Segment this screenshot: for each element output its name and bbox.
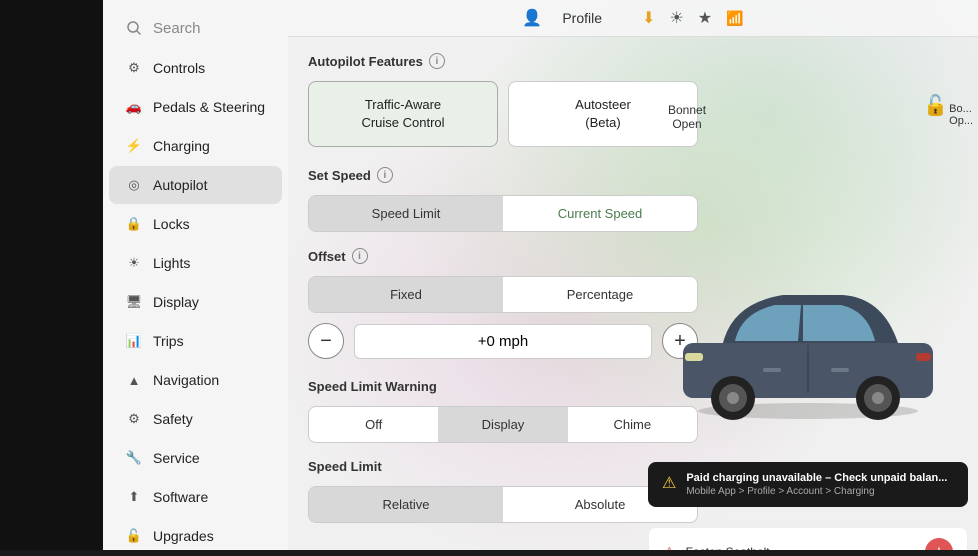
profile-label[interactable]: Profile xyxy=(562,10,602,26)
car-image xyxy=(663,263,953,428)
seatbelt-warning-dot: ! xyxy=(925,538,953,550)
left-edge-panel xyxy=(0,0,103,550)
sidebar-item-locks[interactable]: 🔒 Locks xyxy=(109,205,282,243)
sidebar-item-autopilot[interactable]: ◎ Autopilot xyxy=(109,166,282,204)
sidebar-item-safety[interactable]: ⚙ Safety xyxy=(109,400,282,438)
sidebar-item-software[interactable]: ⬆ Software xyxy=(109,478,282,516)
main-content: 👤 Profile ⬇ ☀ ★ 📶 Autopilot Features i T… xyxy=(288,0,978,550)
trips-icon: 📊 xyxy=(125,332,143,350)
sidebar-item-trips[interactable]: 📊 Trips xyxy=(109,322,282,360)
locks-icon: 🔒 xyxy=(125,215,143,233)
software-label: Software xyxy=(153,489,208,505)
display-label: Display xyxy=(153,294,199,310)
search-icon xyxy=(125,19,143,37)
sidebar-item-lights[interactable]: ☀ Lights xyxy=(109,244,282,282)
controls-icon: ⚙ xyxy=(125,59,143,77)
speed-limit-option[interactable]: Speed Limit xyxy=(309,196,503,231)
pedals-label: Pedals & Steering xyxy=(153,99,265,115)
car-panel: Bonnet Open 🔓 Bo...Op... xyxy=(638,83,978,550)
sidebar: Search ⚙ Controls 🚗 Pedals & Steering ⚡ … xyxy=(103,0,288,550)
sidebar-item-navigation[interactable]: ▲ Navigation xyxy=(109,361,282,399)
locks-label: Locks xyxy=(153,216,190,232)
alert-subtitle: Mobile App > Profile > Account > Chargin… xyxy=(686,486,947,497)
upgrades-label: Upgrades xyxy=(153,528,214,544)
trips-label: Trips xyxy=(153,333,184,349)
sidebar-item-upgrades[interactable]: 🔓 Upgrades xyxy=(109,517,282,555)
sun-icon: ☀ xyxy=(669,8,683,28)
lights-label: Lights xyxy=(153,255,190,271)
offset-info-icon[interactable]: i xyxy=(352,248,368,264)
bonnet-open-label: Bonnet Open xyxy=(668,103,706,131)
upgrades-icon: 🔓 xyxy=(125,527,143,545)
pedals-icon: 🚗 xyxy=(125,98,143,116)
sidebar-items: ⚙ Controls 🚗 Pedals & Steering ⚡ Chargin… xyxy=(103,48,288,556)
seatbelt-alert: ⚠ Fasten Seatbelt ! xyxy=(648,527,968,550)
slw-off-option[interactable]: Off xyxy=(309,407,438,442)
sidebar-item-controls[interactable]: ⚙ Controls xyxy=(109,49,282,87)
charging-icon: ⚡ xyxy=(125,137,143,155)
bluetooth-icon: ★ xyxy=(698,8,712,28)
charging-alert-banner: ⚠ Paid charging unavailable – Check unpa… xyxy=(648,462,968,507)
offset-value: +0 mph xyxy=(354,324,652,359)
seatbelt-label: Fasten Seatbelt xyxy=(686,545,770,550)
slw-display-option[interactable]: Display xyxy=(438,407,567,442)
software-icon: ⬆ xyxy=(125,488,143,506)
traffic-aware-btn[interactable]: Traffic-Aware Cruise Control xyxy=(308,81,498,147)
boot-open-label: Bo...Op... xyxy=(949,103,973,127)
sidebar-item-display[interactable]: 🖥 Display xyxy=(109,283,282,321)
autopilot-label: Autopilot xyxy=(153,177,207,193)
search-label: Search xyxy=(153,20,201,37)
autopilot-icon: ◎ xyxy=(125,176,143,194)
service-icon: 🔧 xyxy=(125,449,143,467)
profile-icon: 👤 xyxy=(522,8,542,28)
fixed-option[interactable]: Fixed xyxy=(309,277,503,312)
lights-icon: ☀ xyxy=(125,254,143,272)
header-icons: ⬇ ☀ ★ 📶 xyxy=(642,8,744,28)
navigation-icon: ▲ xyxy=(125,371,143,389)
autopilot-features-title: Autopilot Features i xyxy=(308,53,698,69)
seatbelt-icon: ⚠ xyxy=(663,544,676,551)
unlock-icon: 🔓 xyxy=(923,93,948,118)
navigation-label: Navigation xyxy=(153,372,219,388)
download-icon: ⬇ xyxy=(642,8,655,28)
set-speed-info-icon[interactable]: i xyxy=(377,167,393,183)
safety-icon: ⚙ xyxy=(125,410,143,428)
sidebar-search[interactable]: Search xyxy=(109,9,282,47)
sidebar-item-charging[interactable]: ⚡ Charging xyxy=(109,127,282,165)
service-label: Service xyxy=(153,450,200,466)
sidebar-item-service[interactable]: 🔧 Service xyxy=(109,439,282,477)
controls-label: Controls xyxy=(153,60,205,76)
alert-title: Paid charging unavailable – Check unpaid… xyxy=(686,472,947,484)
relative-option[interactable]: Relative xyxy=(309,487,503,522)
signal-icon: 📶 xyxy=(726,10,743,27)
offset-minus-btn[interactable]: − xyxy=(308,323,344,359)
display-icon: 🖥 xyxy=(125,293,143,311)
charging-label: Charging xyxy=(153,138,210,154)
warning-icon: ⚠ xyxy=(662,473,676,493)
header-bar: 👤 Profile ⬇ ☀ ★ 📶 xyxy=(288,0,978,37)
autopilot-info-icon[interactable]: i xyxy=(429,53,445,69)
sidebar-item-pedals[interactable]: 🚗 Pedals & Steering xyxy=(109,88,282,126)
safety-label: Safety xyxy=(153,411,193,427)
